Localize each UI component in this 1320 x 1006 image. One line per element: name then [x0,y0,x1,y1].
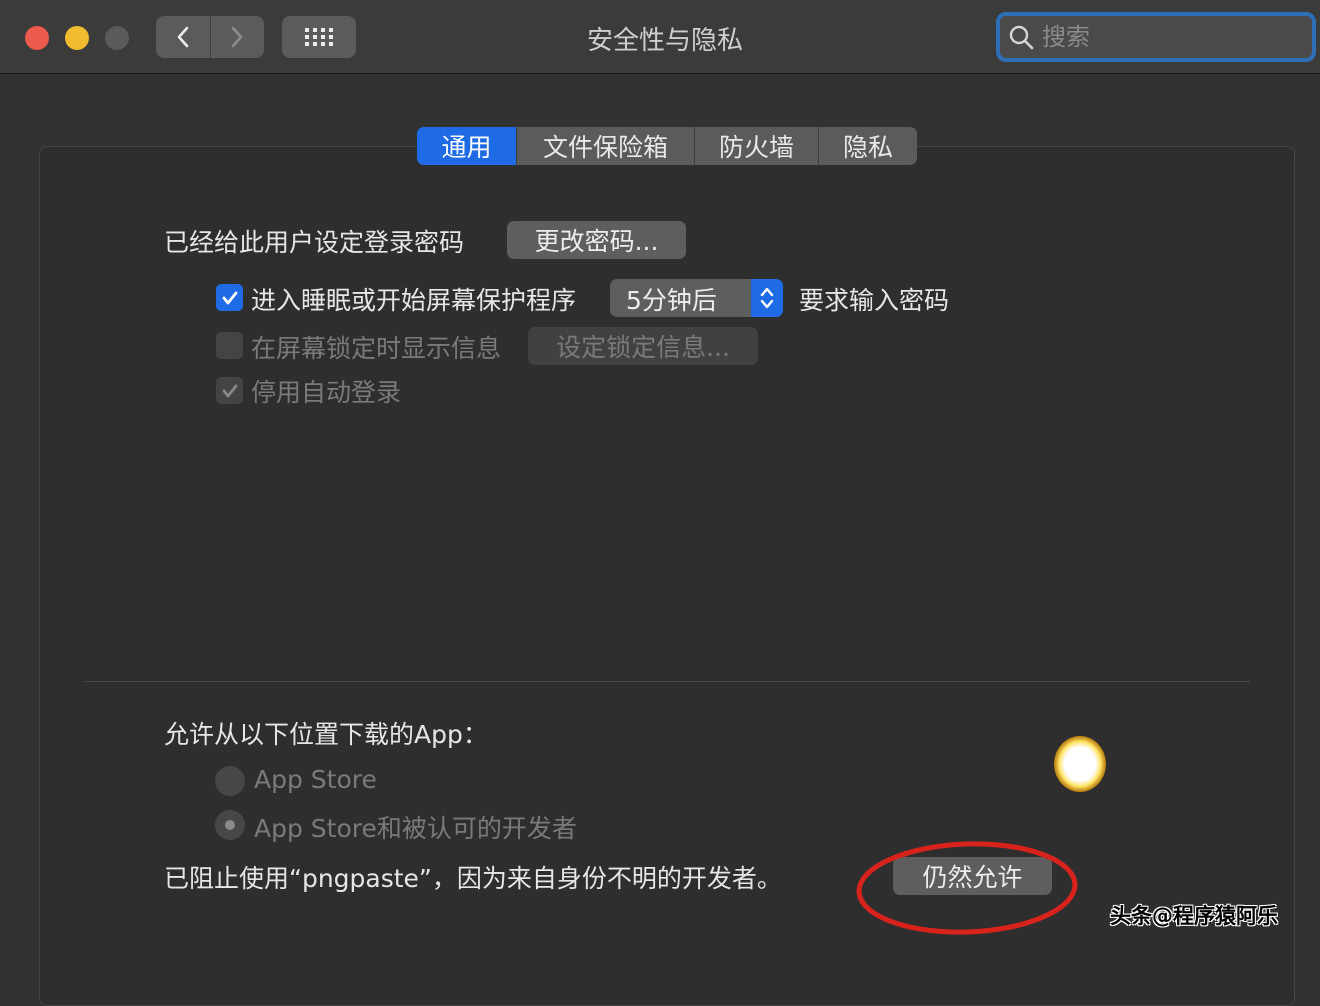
search-field[interactable] [996,12,1316,62]
title-bar: 安全性与隐私 [0,0,1320,74]
checkmark-icon [222,384,237,397]
section-divider [85,681,1250,682]
radio-app-store-label: App Store [254,765,377,794]
tab-firewall[interactable]: 防火墙 [695,127,819,165]
downloads-heading: 允许从以下位置下载的App： [164,720,488,749]
show-message-label: 在屏幕锁定时显示信息 [251,334,502,363]
radio-selected-dot [225,820,235,830]
radio-app-store-identified-label: App Store和被认可的开发者 [254,814,577,843]
set-lock-message-button[interactable]: 设定锁定信息... [528,327,758,365]
radio-app-store[interactable] [215,766,245,796]
require-password-checkbox[interactable] [216,284,243,311]
disable-autologin-checkbox[interactable] [216,377,243,404]
tab-filevault[interactable]: 文件保险箱 [517,127,695,165]
tab-privacy[interactable]: 隐私 [819,127,917,165]
watermark-text: 头条@程序猿阿乐 [1110,904,1278,928]
password-delay-value: 5分钟后 [626,286,717,315]
search-icon [1009,25,1034,50]
show-message-checkbox[interactable] [216,332,243,359]
password-delay-select[interactable]: 5分钟后 [610,279,783,317]
search-input[interactable] [1040,22,1304,52]
checkmark-icon [222,291,237,304]
tab-general[interactable]: 通用 [417,127,517,165]
highlight-circle-annotation [856,841,1078,935]
disable-autologin-label: 停用自动登录 [251,378,402,407]
password-set-label: 已经给此用户设定登录密码 [164,228,465,257]
up-down-chevron-icon [760,287,774,309]
tab-bar: 通用 文件保险箱 防火墙 隐私 [417,127,917,165]
blocked-app-message: 已阻止使用“pngpaste”，因为来自身份不明的开发者。 [164,864,782,893]
cursor-highlight-icon [1054,736,1106,792]
change-password-button[interactable]: 更改密码... [507,221,686,259]
radio-app-store-identified[interactable] [215,810,245,840]
select-stepper [751,279,783,317]
require-password-label: 进入睡眠或开始屏幕保护程序 [251,286,577,315]
require-password-suffix: 要求输入密码 [799,286,950,315]
